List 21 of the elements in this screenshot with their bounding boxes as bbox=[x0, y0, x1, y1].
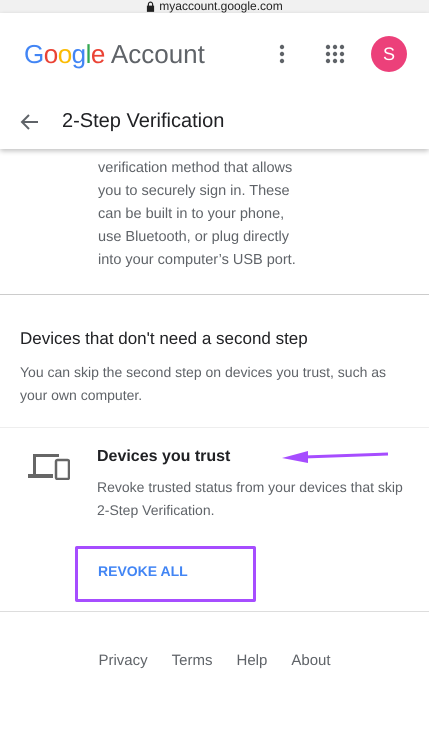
apps-grid-icon[interactable] bbox=[325, 44, 345, 64]
product-name: Account bbox=[110, 38, 205, 70]
footer-link[interactable]: Terms bbox=[172, 652, 212, 669]
section-description: You can skip the second step on devices you trust, such as your own computer. bbox=[20, 363, 388, 405]
avatar[interactable]: S bbox=[371, 36, 407, 72]
page-title: 2-Step Verification bbox=[62, 110, 224, 133]
footer-link[interactable]: Privacy bbox=[98, 652, 148, 669]
more-icon[interactable] bbox=[279, 44, 285, 64]
revoke-all-button[interactable]: REVOKE ALL bbox=[98, 563, 188, 579]
devices-you-trust-title: Devices you trust bbox=[97, 448, 230, 466]
url-text: myaccount.google.com bbox=[159, 0, 283, 13]
footer-link[interactable]: About bbox=[291, 652, 331, 669]
devices-icon bbox=[28, 452, 70, 480]
section-heading: Devices that don't need a second step bbox=[20, 329, 309, 349]
devices-description: Revoke trusted status from your devices that skip 2-Step Verification. bbox=[97, 478, 404, 520]
back-arrow-icon[interactable] bbox=[20, 112, 40, 132]
footer-link[interactable]: Help bbox=[236, 652, 268, 669]
google-logo[interactable]: Google bbox=[24, 38, 105, 70]
address-bar[interactable]: myaccount.google.com bbox=[0, 0, 429, 13]
security-key-description: verification method that allows you to securely sign in. These can be built in to your phone, use Bluetooth, or plug directly into your computer’s USB port. bbox=[98, 159, 297, 270]
lock-icon bbox=[146, 1, 156, 12]
